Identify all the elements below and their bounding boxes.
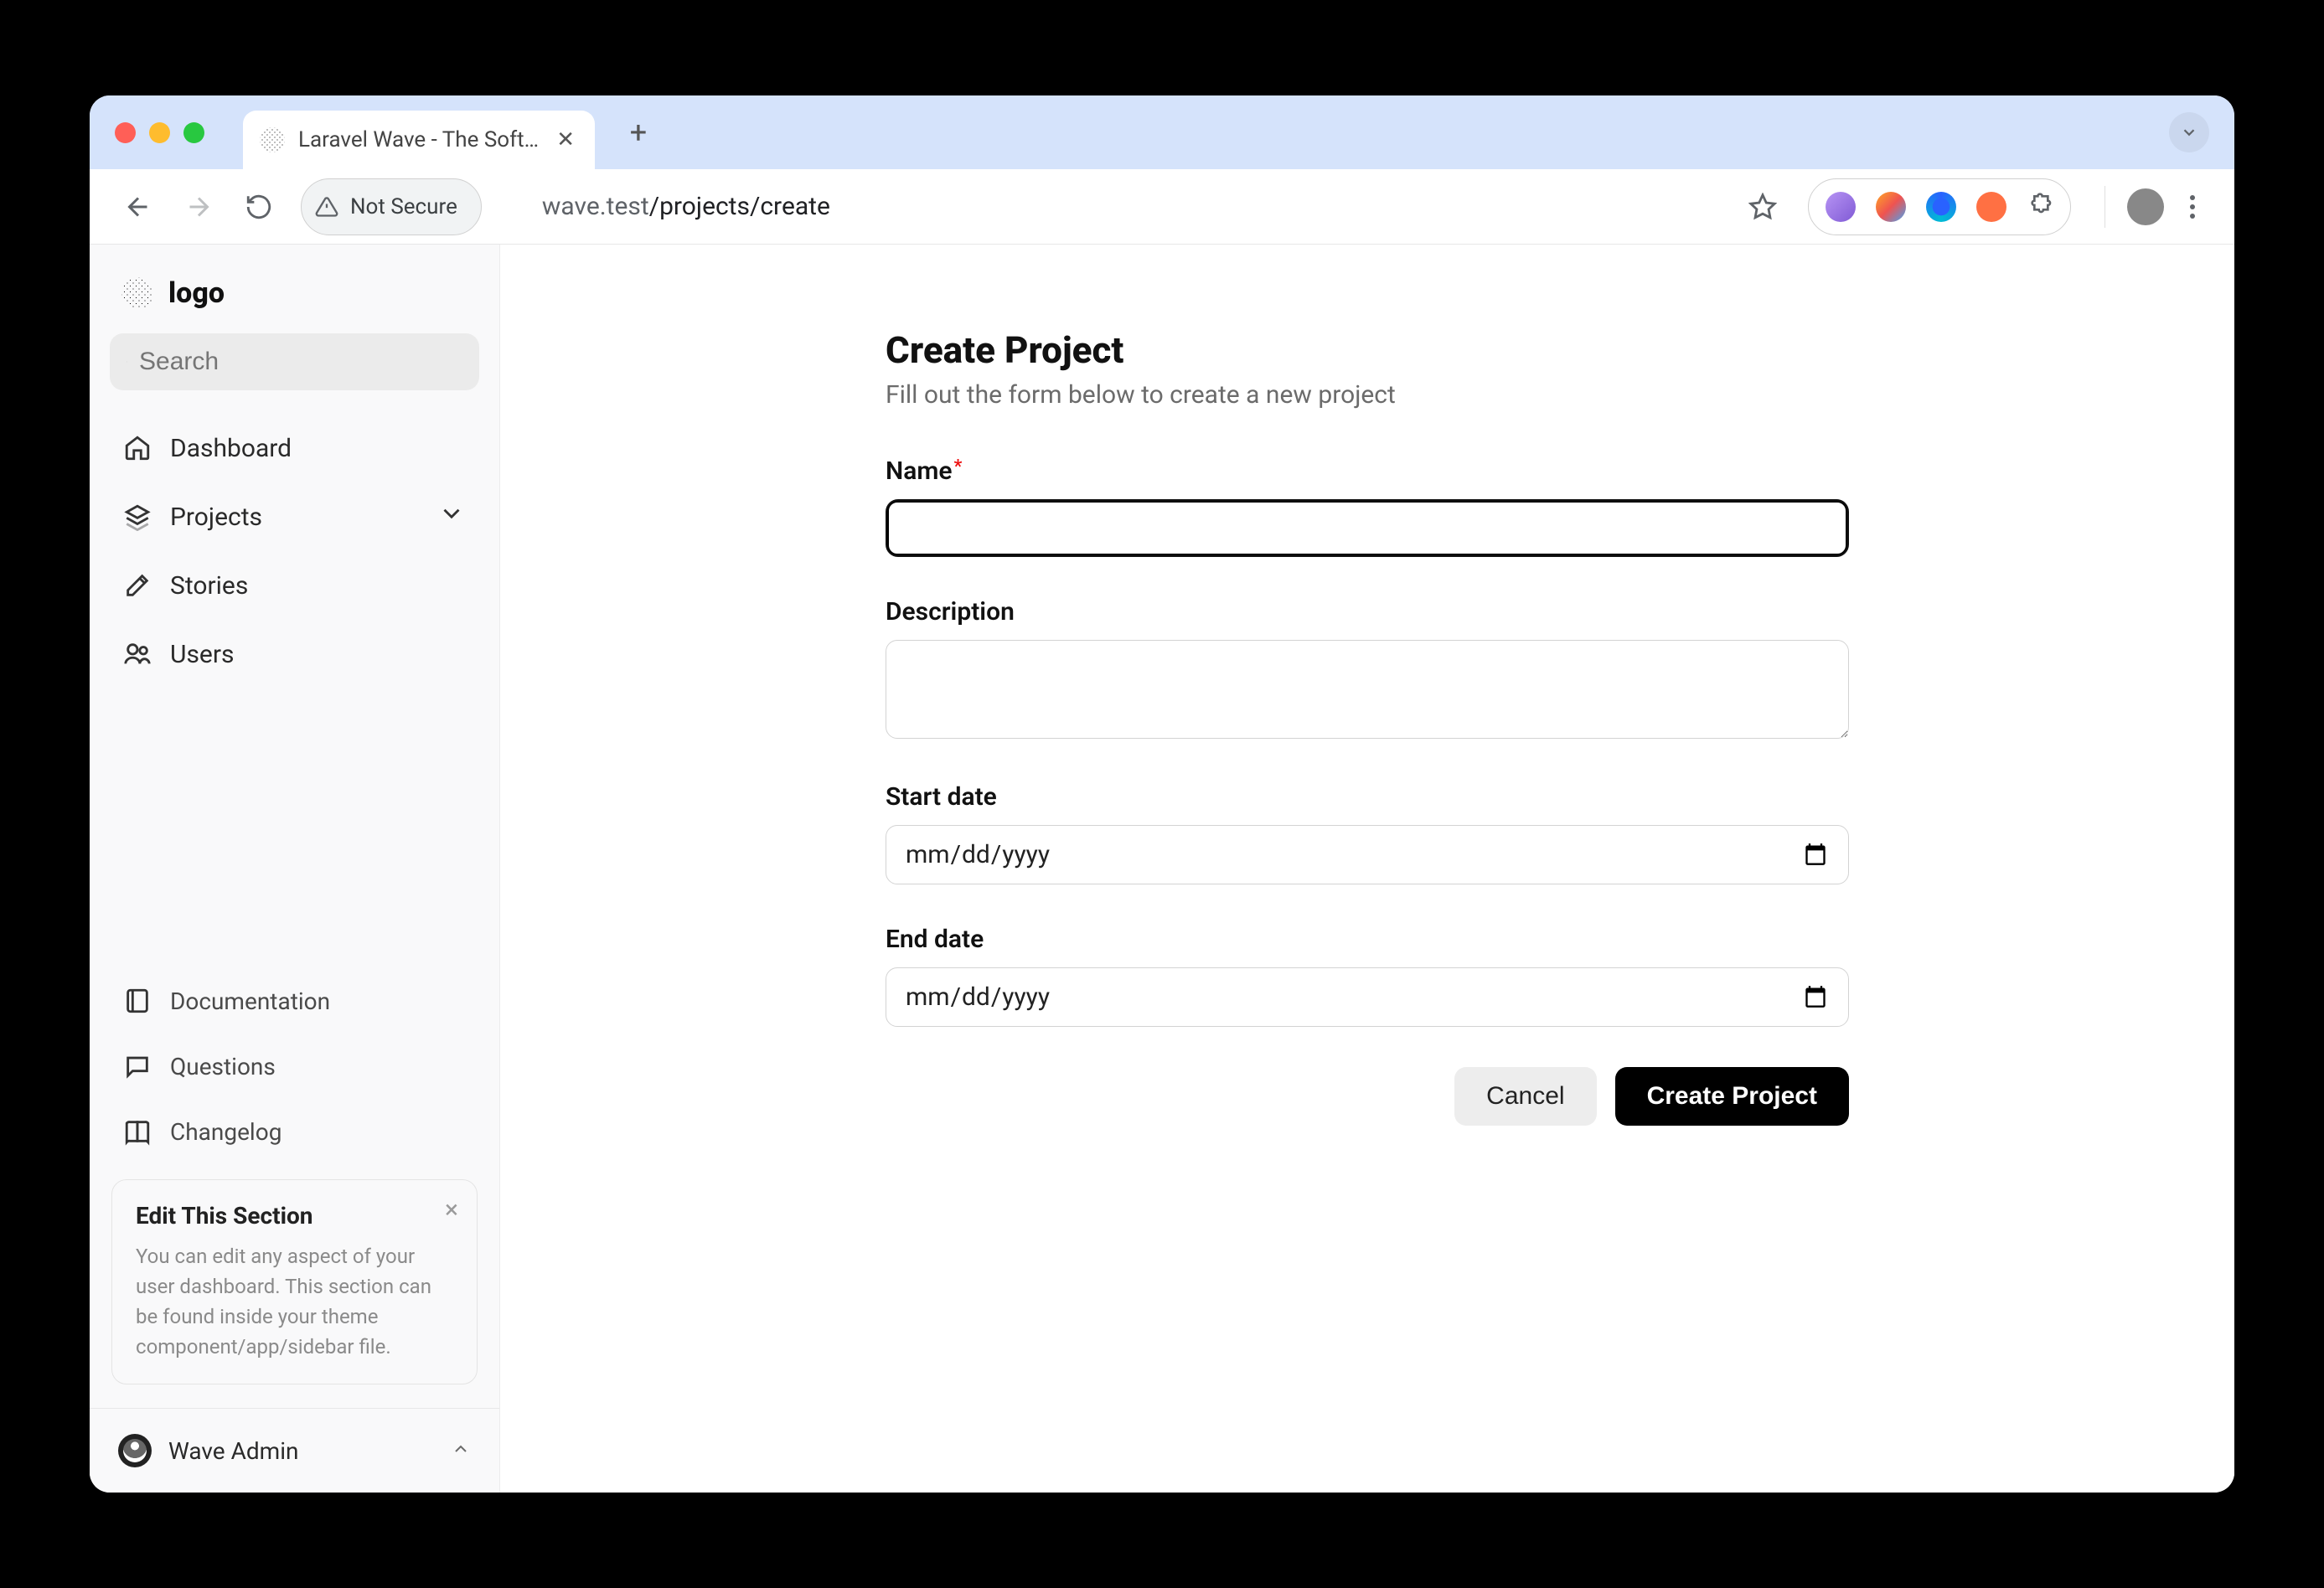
- sidebar-item-users[interactable]: Users: [110, 620, 479, 688]
- url-path: /projects/create: [649, 192, 830, 221]
- form-actions: Cancel Create Project: [886, 1067, 1849, 1126]
- user-name: Wave Admin: [168, 1437, 298, 1465]
- bookmark-button[interactable]: [1739, 183, 1786, 230]
- sidebar-item-label: Questions: [170, 1053, 276, 1080]
- end-date-label: End date: [886, 925, 1849, 954]
- back-button[interactable]: [113, 182, 163, 232]
- sidebar-item-questions[interactable]: Questions: [110, 1034, 479, 1099]
- pencil-icon: [123, 571, 152, 600]
- extensions-button[interactable]: [2027, 192, 2053, 222]
- info-card-close-button[interactable]: ×: [445, 1195, 458, 1225]
- required-indicator: *: [954, 456, 963, 477]
- field-start-date: Start date: [886, 782, 1849, 884]
- extension-icon[interactable]: [1976, 192, 2006, 222]
- chevron-down-icon: [2180, 123, 2198, 142]
- info-card-title: Edit This Section: [136, 1202, 453, 1230]
- window-minimize-button[interactable]: [149, 122, 170, 143]
- sidebar: logo Dashboard Projects Stories: [90, 245, 500, 1493]
- sidebar-info-card: × Edit This Section You can edit any asp…: [111, 1179, 478, 1384]
- new-tab-button[interactable]: +: [615, 109, 662, 156]
- warning-icon: [315, 195, 338, 219]
- reload-button[interactable]: [234, 182, 284, 232]
- name-input[interactable]: [886, 499, 1849, 557]
- label-text: Name: [886, 456, 953, 486]
- browser-menu-button[interactable]: [2174, 195, 2211, 219]
- book-icon: [123, 987, 152, 1015]
- extension-icon[interactable]: [1826, 192, 1856, 222]
- start-date-label: Start date: [886, 782, 1849, 812]
- sidebar-item-label: Users: [170, 640, 235, 669]
- description-input[interactable]: [886, 640, 1849, 739]
- logo-text: logo: [168, 276, 225, 310]
- search-box[interactable]: [110, 333, 479, 390]
- page-title: Create Project: [886, 328, 1849, 372]
- chat-icon: [123, 1052, 152, 1080]
- book-open-icon: [123, 1117, 152, 1146]
- arrow-right-icon: [183, 192, 214, 222]
- description-label: Description: [886, 597, 1849, 626]
- puzzle-icon: [2027, 192, 2053, 219]
- tab-list-button[interactable]: [2169, 112, 2209, 152]
- page-subtitle: Fill out the form below to create a new …: [886, 380, 1849, 410]
- browser-window: Laravel Wave - The Software ✕ + Not Secu…: [90, 95, 2234, 1493]
- end-date-input[interactable]: [886, 967, 1849, 1027]
- main-content: Create Project Fill out the form below t…: [500, 245, 2234, 1493]
- sidebar-item-label: Projects: [170, 503, 262, 532]
- extensions-group: [1808, 178, 2071, 235]
- chevron-down-icon: [437, 499, 466, 534]
- security-chip[interactable]: Not Secure: [301, 178, 482, 235]
- browser-toolbar: Not Secure wave.test/projects/create: [90, 169, 2234, 245]
- security-label: Not Secure: [350, 194, 457, 219]
- sidebar-item-label: Stories: [170, 571, 248, 601]
- sidebar-item-stories[interactable]: Stories: [110, 551, 479, 620]
- profile-avatar[interactable]: [2127, 188, 2164, 225]
- window-close-button[interactable]: [115, 122, 136, 143]
- window-controls: [115, 122, 204, 143]
- users-icon: [123, 640, 152, 668]
- forward-button[interactable]: [173, 182, 224, 232]
- star-icon: [1748, 193, 1777, 221]
- chevron-up-icon: [451, 1439, 471, 1462]
- home-icon: [123, 434, 152, 462]
- field-end-date: End date: [886, 925, 1849, 1027]
- create-project-button[interactable]: Create Project: [1615, 1067, 1849, 1126]
- url-host: wave.test: [542, 192, 649, 221]
- extension-icon[interactable]: [1926, 192, 1956, 222]
- browser-tab[interactable]: Laravel Wave - The Software ✕: [243, 111, 595, 169]
- browser-tab-bar: Laravel Wave - The Software ✕ +: [90, 95, 2234, 169]
- favicon-icon: [260, 127, 285, 152]
- start-date-input[interactable]: [886, 825, 1849, 884]
- sidebar-item-documentation[interactable]: Documentation: [110, 968, 479, 1034]
- window-maximize-button[interactable]: [183, 122, 204, 143]
- url-bar[interactable]: wave.test/projects/create: [542, 192, 1131, 221]
- sidebar-item-label: Dashboard: [170, 434, 292, 463]
- sidebar-item-projects[interactable]: Projects: [110, 482, 479, 551]
- tab-close-button[interactable]: ✕: [556, 127, 575, 152]
- user-avatar-icon: [118, 1434, 152, 1467]
- create-project-form: Create Project Fill out the form below t…: [886, 328, 1849, 1493]
- sidebar-item-changelog[interactable]: Changelog: [110, 1099, 479, 1164]
- tab-title: Laravel Wave - The Software: [298, 127, 541, 152]
- extension-icon[interactable]: [1876, 192, 1906, 222]
- sidebar-item-label: Documentation: [170, 987, 330, 1015]
- arrow-left-icon: [123, 192, 153, 222]
- field-description: Description: [886, 597, 1849, 742]
- cancel-button[interactable]: Cancel: [1454, 1067, 1596, 1126]
- app-content: logo Dashboard Projects Stories: [90, 245, 2234, 1493]
- search-input[interactable]: [139, 348, 462, 376]
- sidebar-item-label: Changelog: [170, 1118, 281, 1146]
- field-name: Name*: [886, 456, 1849, 557]
- sidebar-item-dashboard[interactable]: Dashboard: [110, 414, 479, 482]
- info-card-body: You can edit any aspect of your user das…: [136, 1241, 453, 1362]
- name-label: Name*: [886, 456, 1849, 486]
- logo[interactable]: logo: [110, 270, 479, 333]
- sidebar-footer-links: Documentation Questions Changelog: [110, 968, 479, 1164]
- layers-icon: [123, 503, 152, 531]
- reload-icon: [245, 193, 273, 221]
- sidebar-user-menu[interactable]: Wave Admin: [90, 1408, 499, 1493]
- logo-icon: [121, 277, 153, 309]
